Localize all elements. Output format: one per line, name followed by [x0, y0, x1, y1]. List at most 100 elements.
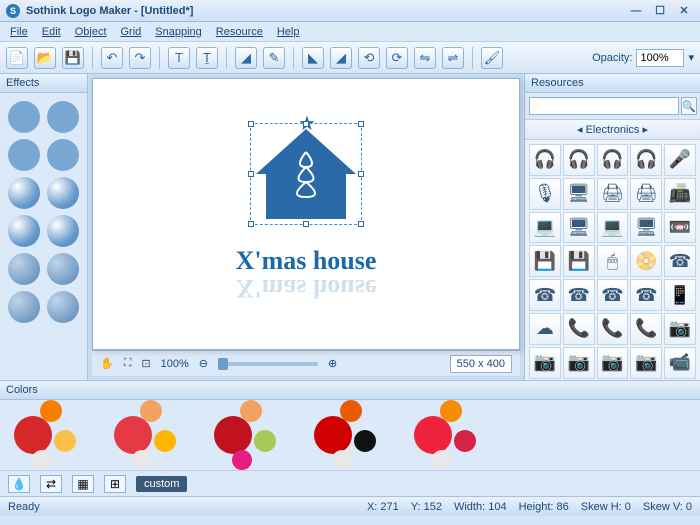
- resource-item[interactable]: 📷: [597, 347, 629, 379]
- mirror2-button[interactable]: ⇌: [442, 47, 464, 69]
- resource-item[interactable]: ☁: [529, 313, 561, 345]
- resource-item[interactable]: 🎙: [529, 178, 561, 210]
- resource-item[interactable]: 📷: [664, 313, 696, 345]
- zoom-in-icon[interactable]: ⊕: [328, 357, 337, 370]
- resource-item[interactable]: 💻: [597, 212, 629, 244]
- resource-item[interactable]: 🎧: [630, 144, 662, 176]
- resource-item[interactable]: 🎧: [529, 144, 561, 176]
- open-button[interactable]: 📂: [34, 47, 56, 69]
- resource-item[interactable]: 📞: [630, 313, 662, 345]
- mirror1-button[interactable]: ⇋: [414, 47, 436, 69]
- menu-edit[interactable]: Edit: [36, 24, 67, 40]
- menu-resource[interactable]: Resource: [210, 24, 269, 40]
- menu-object[interactable]: Object: [69, 24, 113, 40]
- resource-item[interactable]: 📠: [664, 178, 696, 210]
- hand-tool-icon[interactable]: ✋: [100, 357, 114, 370]
- color-cluster[interactable]: [312, 400, 382, 470]
- menu-snapping[interactable]: Snapping: [149, 24, 208, 40]
- opacity-input[interactable]: [636, 49, 684, 67]
- rotate2-button[interactable]: ⟳: [386, 47, 408, 69]
- palette-icon[interactable]: ▦: [72, 475, 94, 493]
- logo-text[interactable]: X'mas house: [236, 246, 377, 276]
- cat-prev-icon[interactable]: ◂: [577, 124, 583, 136]
- effect-item[interactable]: [8, 253, 40, 285]
- logo-object[interactable]: ★: [256, 129, 356, 219]
- canvas-dimensions[interactable]: 550 x 400: [450, 355, 512, 373]
- undo-button[interactable]: ↶: [101, 47, 123, 69]
- selection-handles[interactable]: [250, 123, 362, 225]
- resource-item[interactable]: 💾: [563, 245, 595, 277]
- resource-item[interactable]: 📹: [664, 347, 696, 379]
- textpath-button[interactable]: Ṯ: [196, 47, 218, 69]
- zoom-slider[interactable]: [218, 362, 318, 366]
- close-button[interactable]: ✕: [674, 4, 694, 18]
- resource-item[interactable]: 📞: [597, 313, 629, 345]
- menu-help[interactable]: Help: [271, 24, 306, 40]
- resource-item[interactable]: 🖨: [630, 178, 662, 210]
- effect-item[interactable]: [8, 215, 40, 247]
- new-button[interactable]: 📄: [6, 47, 28, 69]
- custom-button[interactable]: custom: [136, 476, 187, 492]
- effect-item[interactable]: [8, 101, 40, 133]
- effect-item[interactable]: [8, 139, 40, 171]
- resource-item[interactable]: 🖥: [563, 212, 595, 244]
- resource-item[interactable]: 🖥: [563, 178, 595, 210]
- resource-item[interactable]: 📀: [630, 245, 662, 277]
- opacity-dropdown-icon[interactable]: ▾: [688, 51, 694, 64]
- eyedropper-icon[interactable]: 💧: [8, 475, 30, 493]
- effect-item[interactable]: [8, 177, 40, 209]
- swap-icon[interactable]: ⇄: [40, 475, 62, 493]
- resource-item[interactable]: 🖱: [597, 245, 629, 277]
- effect-item[interactable]: [47, 215, 79, 247]
- resource-item[interactable]: ☎: [529, 279, 561, 311]
- menu-grid[interactable]: Grid: [115, 24, 148, 40]
- resource-category[interactable]: ◂ Electronics ▸: [525, 119, 700, 140]
- save-button[interactable]: 💾: [62, 47, 84, 69]
- minimize-button[interactable]: —: [626, 4, 646, 18]
- effect-item[interactable]: [47, 253, 79, 285]
- resource-item[interactable]: ☎: [563, 279, 595, 311]
- actual-icon[interactable]: ⊡: [141, 357, 150, 370]
- effect-item[interactable]: [47, 101, 79, 133]
- resource-item[interactable]: 💻: [529, 212, 561, 244]
- flip2-button[interactable]: ◢: [330, 47, 352, 69]
- fit-icon[interactable]: ⛶: [124, 357, 132, 370]
- search-icon[interactable]: 🔍: [681, 97, 697, 115]
- resource-item[interactable]: 🎧: [563, 144, 595, 176]
- resource-item[interactable]: 🖥: [630, 212, 662, 244]
- canvas[interactable]: ★ X'mas house X'mas house: [92, 78, 520, 350]
- color-cluster[interactable]: [112, 400, 182, 470]
- resource-item[interactable]: ☎: [664, 245, 696, 277]
- resource-item[interactable]: 🎧: [597, 144, 629, 176]
- resource-item[interactable]: 🎤: [664, 144, 696, 176]
- shape1-button[interactable]: ◢: [235, 47, 257, 69]
- resource-item[interactable]: 📞: [563, 313, 595, 345]
- flip1-button[interactable]: ◣: [302, 47, 324, 69]
- shape2-button[interactable]: ✎: [263, 47, 285, 69]
- resource-item[interactable]: ☎: [630, 279, 662, 311]
- effect-item[interactable]: [8, 291, 40, 323]
- resource-item[interactable]: 📼: [664, 212, 696, 244]
- resource-item[interactable]: 📱: [664, 279, 696, 311]
- color-cluster[interactable]: [212, 400, 282, 470]
- zoom-out-icon[interactable]: ⊖: [199, 357, 208, 370]
- resource-item[interactable]: 📷: [630, 347, 662, 379]
- color-cluster[interactable]: [12, 400, 82, 470]
- grid-icon[interactable]: ⊞: [104, 475, 126, 493]
- text-button[interactable]: T: [168, 47, 190, 69]
- effect-item[interactable]: [47, 139, 79, 171]
- color-cluster[interactable]: [412, 400, 482, 470]
- effect-item[interactable]: [47, 291, 79, 323]
- resource-item[interactable]: ☎: [597, 279, 629, 311]
- redo-button[interactable]: ↷: [129, 47, 151, 69]
- brush-button[interactable]: 🖌: [481, 47, 503, 69]
- effect-item[interactable]: [47, 177, 79, 209]
- resource-item[interactable]: 💾: [529, 245, 561, 277]
- resource-item[interactable]: 📷: [563, 347, 595, 379]
- resource-search-input[interactable]: [529, 97, 679, 115]
- maximize-button[interactable]: ☐: [650, 4, 670, 18]
- resource-item[interactable]: 📷: [529, 347, 561, 379]
- menu-file[interactable]: File: [4, 24, 34, 40]
- cat-next-icon[interactable]: ▸: [642, 124, 648, 136]
- rotate1-button[interactable]: ⟲: [358, 47, 380, 69]
